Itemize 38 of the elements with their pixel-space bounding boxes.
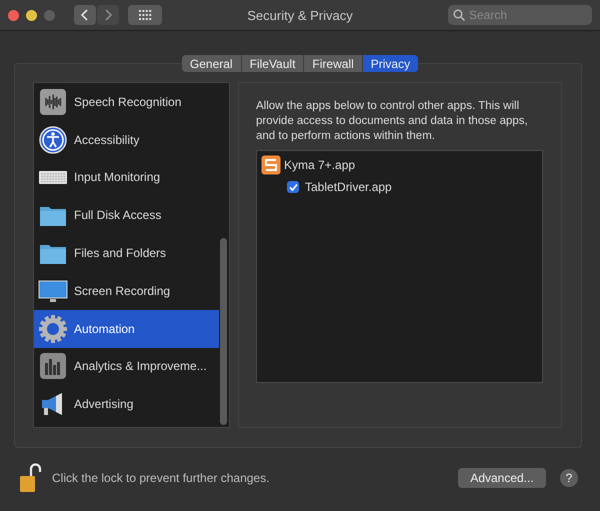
grid-icon — [138, 10, 152, 20]
sidebar-item[interactable]: Advertising — [34, 385, 219, 424]
app-icon — [261, 155, 281, 175]
sidebar-item[interactable]: Full Disk Access — [34, 196, 219, 234]
sidebar-item[interactable]: Speech Recognition — [34, 83, 219, 121]
checkbox[interactable] — [287, 181, 299, 193]
tab[interactable]: Firewall — [304, 55, 363, 72]
sidebar-item[interactable]: Screen Recording — [34, 272, 219, 310]
tab[interactable]: FileVault — [242, 55, 304, 72]
app-row[interactable]: Kyma 7+.app — [261, 154, 538, 176]
app-name: TabletDriver.app — [305, 180, 392, 194]
advanced-button[interactable]: Advanced... — [458, 468, 546, 488]
chevron-right-icon — [104, 9, 112, 21]
app-name: Kyma 7+.app — [284, 158, 356, 172]
tab[interactable]: Privacy — [362, 55, 418, 72]
sidebar-item[interactable]: Automation — [34, 310, 219, 348]
chevron-left-icon — [81, 9, 89, 21]
lock-icon — [18, 463, 42, 493]
description-text: Allow the apps below to control other apps. This will provide access to documents and data in those apps, and to perform actions within them. — [256, 99, 529, 144]
scrollbar[interactable] — [220, 238, 227, 425]
minimize-button[interactable] — [26, 10, 37, 20]
search-icon — [453, 9, 465, 21]
close-button[interactable] — [8, 10, 19, 20]
sidebar-item[interactable]: Files and Folders — [34, 234, 219, 272]
help-button[interactable]: ? — [560, 469, 578, 487]
bar-chart-icon — [38, 351, 68, 382]
lock-message: Click the lock to prevent further changes. — [52, 471, 270, 485]
tab[interactable]: General — [182, 55, 242, 72]
sidebar-item[interactable]: Input Monitoring — [34, 158, 219, 196]
window-title: Security & Privacy — [247, 8, 353, 22]
back-button[interactable] — [74, 5, 96, 25]
waveform-icon — [38, 86, 68, 117]
accessibility-icon — [38, 124, 68, 155]
sidebar-item[interactable]: Accessibility — [34, 120, 219, 159]
app-row[interactable]: TabletDriver.app — [261, 176, 538, 198]
gear-icon — [38, 314, 68, 344]
sidebar-item[interactable]: Analytics & Improveme... — [34, 348, 219, 386]
show-all-button[interactable] — [128, 5, 162, 25]
